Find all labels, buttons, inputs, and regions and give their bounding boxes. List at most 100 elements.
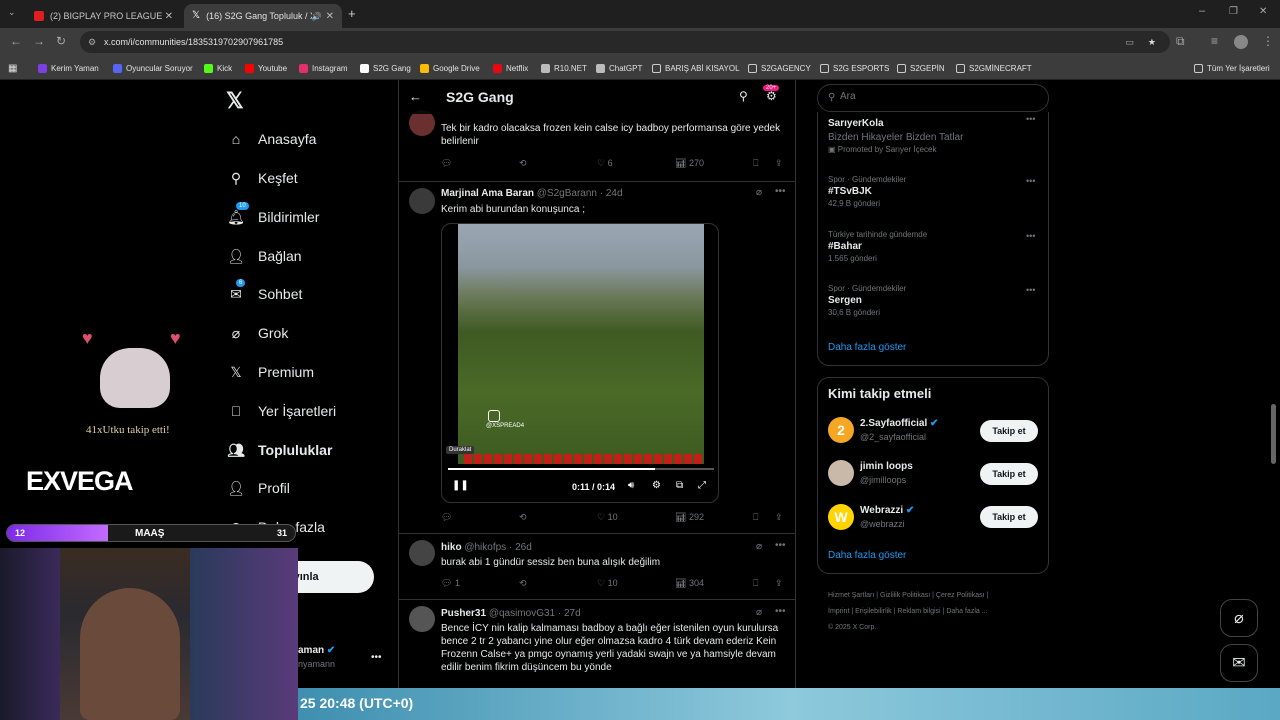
more-icon[interactable]: •••: [775, 186, 786, 197]
share-icon[interactable]: ⇪: [775, 578, 783, 589]
share-icon[interactable]: ⇪: [775, 158, 783, 169]
footer-link[interactable]: İmprint: [828, 608, 849, 615]
follow-user-name[interactable]: Webrazzi ✔: [860, 505, 914, 516]
minimize-icon[interactable]: –: [1199, 5, 1205, 17]
nav-notifications[interactable]: 🔔︎ 10 Bildirimler: [226, 202, 319, 229]
trend-item[interactable]: SarıyerKola Bizden Hikayeler Bizden Tatl…: [828, 116, 963, 154]
bookmark-item[interactable]: Netflix: [493, 60, 528, 76]
speaker-icon[interactable]: 🔊: [312, 12, 322, 21]
show-more-follow-link[interactable]: Daha fazla göster: [828, 550, 906, 561]
tab-search-icon[interactable]: ⌄: [8, 7, 16, 18]
grok-icon[interactable]: ⌀: [756, 607, 762, 618]
star-icon[interactable]: ★: [1148, 31, 1156, 53]
bookmark-item[interactable]: ChatGPT: [596, 60, 642, 76]
nav-explore[interactable]: ⚲ Keşfet: [226, 166, 298, 190]
like-button[interactable]: ♡ 10: [597, 512, 618, 523]
views-button[interactable]: 📊︎ 304: [675, 578, 704, 589]
retweet-icon[interactable]: ⟲: [519, 158, 527, 169]
tweet[interactable]: Marjinal Ama Baran @S2gBarann · 24d ⌀ ••…: [399, 182, 795, 534]
nav-profile[interactable]: 👤︎ Profil: [226, 476, 290, 500]
reply-button[interactable]: 💬︎ 1: [441, 578, 460, 589]
bookmark-folder[interactable]: BARIŞ ABİ KISAYOL: [652, 60, 740, 76]
footer-link[interactable]: Gizlilik Politikası: [880, 592, 930, 599]
tab-s2g-gang[interactable]: 𝕏 (16) S2G Gang Topluluk / X 🔊 ✕: [184, 4, 342, 28]
video-progress[interactable]: [448, 468, 714, 470]
bookmark-item[interactable]: R10.NET: [541, 60, 587, 76]
nav-connect[interactable]: 👤︎ Bağlan: [226, 244, 301, 268]
grok-icon[interactable]: ⌀: [756, 187, 762, 198]
avatar[interactable]: [409, 540, 435, 566]
nav-grok[interactable]: ⌀ Grok: [226, 321, 289, 345]
author-name[interactable]: hiko: [441, 542, 462, 553]
more-icon[interactable]: •••: [1026, 231, 1035, 241]
bookmark-icon[interactable]: ⎕: [753, 158, 758, 169]
account-name[interactable]: aman ✔: [298, 645, 335, 656]
nav-home[interactable]: ⌂ Anasayfa: [226, 127, 317, 151]
account-menu-icon[interactable]: •••: [371, 652, 382, 663]
tweet-time[interactable]: · 27d: [558, 608, 581, 619]
search-box[interactable]: ⚲: [817, 84, 1049, 112]
bookmark-folder[interactable]: S2GAGENCY: [748, 60, 811, 76]
follow-button[interactable]: Takip et: [980, 506, 1038, 528]
more-icon[interactable]: •••: [1026, 114, 1035, 124]
bookmark-folder[interactable]: S2G ESPORTS: [820, 60, 889, 76]
back-arrow-icon[interactable]: ←: [409, 89, 422, 104]
nav-communities[interactable]: 👥︎ Topluluklar: [226, 438, 332, 462]
bookmark-icon[interactable]: ⎕: [753, 512, 758, 523]
scrollbar-thumb[interactable]: [1271, 404, 1276, 464]
menu-icon[interactable]: ⋮: [1262, 34, 1274, 48]
profile-avatar[interactable]: [1234, 35, 1248, 49]
url-input[interactable]: ⚙ x.com/i/communities/183531970290796178…: [80, 31, 1170, 53]
bookmark-item[interactable]: Oyuncular Soruyor: [113, 60, 193, 76]
author-handle[interactable]: @qasimovG31: [489, 608, 555, 619]
pause-icon[interactable]: ❚❚: [452, 480, 469, 491]
apps-icon[interactable]: ▦: [8, 60, 17, 76]
close-tab-icon[interactable]: ✕: [165, 11, 173, 22]
messages-icon[interactable]: ✉: [1220, 644, 1258, 682]
show-more-trends-link[interactable]: Daha fazla göster: [828, 342, 906, 353]
tweet[interactable]: hiko @hikofps · 26d ⌀ ••• burak abi 1 gü…: [399, 534, 795, 600]
views-button[interactable]: 📊︎ 270: [675, 158, 704, 169]
media-icon[interactable]: ≡: [1211, 34, 1218, 48]
footer-link[interactable]: Erişilebilirlik: [855, 608, 892, 615]
more-icon[interactable]: •••: [1026, 285, 1035, 295]
more-icon[interactable]: •••: [1026, 176, 1035, 186]
video-player[interactable]: @XSPREAD4 Duraklat ❚❚ 0:11 / 0:14 🔊︎ ⚙ ⧉…: [441, 223, 719, 503]
bookmark-item[interactable]: Instagram: [299, 60, 348, 76]
more-icon[interactable]: •••: [775, 540, 786, 551]
like-button[interactable]: ♡ 10: [597, 578, 618, 589]
close-tab-icon[interactable]: ✕: [326, 11, 334, 22]
site-info-icon[interactable]: ⚙: [88, 31, 96, 53]
trend-item[interactable]: Türkiye tarihinde gündemde #Bahar 1.565 …: [828, 230, 927, 263]
author-name[interactable]: Marjinal Ama Baran: [441, 188, 534, 199]
avatar[interactable]: [828, 460, 854, 486]
nav-bookmarks[interactable]: ⎕ Yer İşaretleri: [226, 399, 336, 423]
trend-item[interactable]: Spor · Gündemdekiler #TSvBJK 42,9 B gönd…: [828, 175, 906, 208]
share-icon[interactable]: ⇪: [775, 512, 783, 523]
nav-premium[interactable]: 𝕏 Premium: [226, 360, 314, 384]
reply-icon[interactable]: 💬︎: [441, 158, 452, 169]
forward-icon[interactable]: →: [33, 34, 45, 48]
footer-link[interactable]: Çerez Politikası: [936, 592, 985, 599]
footer-link[interactable]: Hizmet Şartları: [828, 592, 874, 599]
bookmark-item[interactable]: Kick: [204, 60, 232, 76]
extensions-icon[interactable]: ⧉: [1176, 34, 1185, 49]
settings-icon[interactable]: ⚙: [766, 89, 777, 103]
bookmark-icon[interactable]: ⎕: [753, 578, 758, 589]
grok-icon[interactable]: ⌀: [1220, 599, 1258, 637]
maximize-icon[interactable]: ❐: [1229, 6, 1238, 17]
follow-user-name[interactable]: jimin loops: [860, 461, 913, 472]
settings-icon[interactable]: ⚙: [652, 480, 661, 491]
avatar[interactable]: 2: [828, 417, 854, 443]
author-handle[interactable]: @S2gBarann: [537, 188, 597, 199]
more-icon[interactable]: •••: [775, 606, 786, 617]
author-name[interactable]: Pusher31: [441, 608, 486, 619]
grok-icon[interactable]: ⌀: [756, 541, 762, 552]
reload-icon[interactable]: ↻: [56, 34, 66, 48]
retweet-icon[interactable]: ⟲: [519, 512, 527, 523]
bookmark-item[interactable]: Kerim Yaman: [38, 60, 99, 76]
retweet-icon[interactable]: ⟲: [519, 578, 527, 589]
footer-link[interactable]: Daha fazla ...: [946, 608, 987, 615]
trend-item[interactable]: Spor · Gündemdekiler Sergen 30,6 B gönde…: [828, 284, 906, 317]
all-bookmarks[interactable]: Tüm Yer İşaretleri: [1194, 60, 1270, 76]
